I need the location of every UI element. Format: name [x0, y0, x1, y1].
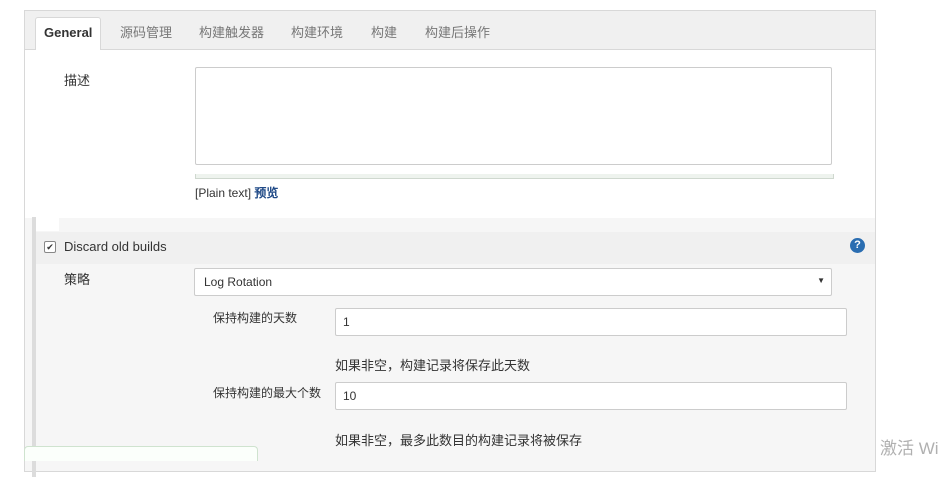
tab-source-code-management[interactable]: 源码管理 — [112, 18, 180, 49]
description-textarea[interactable] — [195, 67, 832, 165]
tab-general[interactable]: General — [35, 17, 102, 51]
discard-old-builds-label[interactable]: Discard old builds — [64, 239, 167, 254]
section-gap — [36, 217, 59, 231]
description-preview-bar — [195, 174, 834, 179]
preview-link[interactable]: 预览 — [254, 186, 278, 200]
config-tabbar: General 源码管理 构建触发器 构建环境 构建 构建后操作 — [25, 11, 875, 51]
job-config-panel: General 源码管理 构建触发器 构建环境 构建 构建后操作 描述 [Pla… — [24, 10, 876, 477]
help-icon[interactable]: ? — [850, 238, 865, 253]
dropdown-arrow-icon: ▼ — [817, 276, 825, 285]
description-label: 描述 — [64, 73, 91, 88]
tab-build[interactable]: 构建 — [363, 18, 405, 49]
tab-post-build-actions[interactable]: 构建后操作 — [417, 18, 498, 49]
days-to-keep-input[interactable] — [335, 308, 847, 336]
plain-text-label: [Plain text] — [195, 186, 252, 200]
activation-watermark: 激活 Wi — [880, 439, 939, 458]
strategy-label: 策略 — [64, 272, 91, 287]
discard-old-builds-row: ✔ Discard old builds ? — [36, 232, 875, 264]
description-format-note: [Plain text] 预览 — [195, 184, 278, 201]
strategy-selected-value: Log Rotation — [204, 275, 273, 289]
discard-old-builds-checkbox[interactable]: ✔ — [44, 241, 56, 253]
max-builds-label: 保持构建的最大个数 — [213, 386, 322, 400]
strategy-select[interactable]: Log Rotation ▼ — [194, 268, 832, 296]
max-builds-input[interactable] — [335, 382, 847, 410]
tab-build-environment[interactable]: 构建环境 — [283, 18, 351, 49]
days-to-keep-hint: 如果非空，构建记录将保存此天数 — [335, 358, 531, 373]
max-builds-hint: 如果非空，最多此数目的构建记录将被保存 — [335, 433, 583, 448]
tab-build-triggers[interactable]: 构建触发器 — [191, 18, 272, 49]
days-to-keep-label: 保持构建的天数 — [213, 311, 298, 325]
